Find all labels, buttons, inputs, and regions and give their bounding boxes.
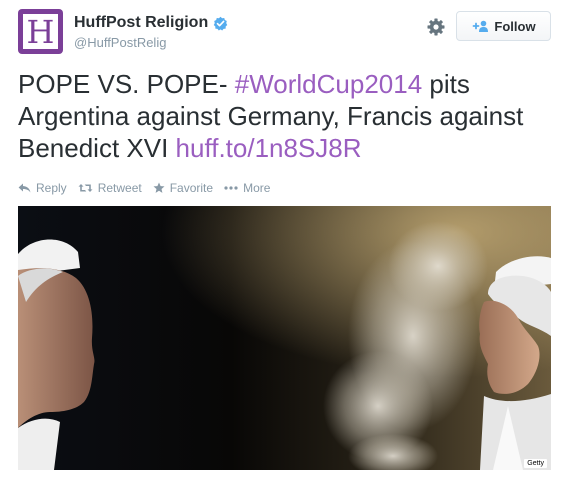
display-name-text: HuffPost Religion	[74, 14, 209, 31]
reply-icon	[18, 183, 31, 193]
url-link[interactable]: huff.to/1n8SJ8R	[176, 133, 362, 163]
retweet-button[interactable]: Retweet	[78, 181, 142, 195]
favorite-button[interactable]: Favorite	[153, 181, 213, 195]
retweet-icon	[78, 184, 93, 192]
more-label: More	[243, 181, 271, 195]
reply-label: Reply	[36, 181, 67, 195]
follow-button[interactable]: Follow	[456, 11, 551, 41]
photo-credit-badge: Getty	[524, 459, 547, 468]
more-dots-icon	[224, 186, 238, 190]
star-icon	[153, 182, 165, 193]
reply-button[interactable]: Reply	[18, 181, 67, 195]
retweet-label: Retweet	[97, 181, 142, 195]
favorite-label: Favorite	[169, 181, 214, 195]
verified-badge-icon	[213, 16, 228, 31]
follow-label: Follow	[494, 18, 536, 34]
tweet-actions: Reply Retweet Favorite More	[18, 181, 281, 195]
tweet-text-start: POPE VS. POPE-	[18, 69, 235, 99]
avatar-frame: H	[21, 12, 60, 51]
tweet-photo[interactable]: Getty	[18, 206, 551, 470]
avatar[interactable]: H	[18, 9, 63, 54]
display-name[interactable]: HuffPost Religion	[74, 14, 228, 32]
photo-illustration	[18, 206, 551, 470]
avatar-letter: H	[26, 12, 55, 51]
screen-name[interactable]: @HuffPostRelig	[74, 35, 228, 50]
add-user-icon	[473, 20, 489, 32]
more-button[interactable]: More	[224, 181, 270, 195]
gear-icon[interactable]	[426, 17, 446, 37]
account-name-block[interactable]: HuffPost Religion @HuffPostRelig	[74, 14, 228, 50]
hashtag-link[interactable]: #WorldCup2014	[235, 69, 422, 99]
tweet-text: POPE VS. POPE- #WorldCup2014 pits Argent…	[18, 68, 563, 164]
